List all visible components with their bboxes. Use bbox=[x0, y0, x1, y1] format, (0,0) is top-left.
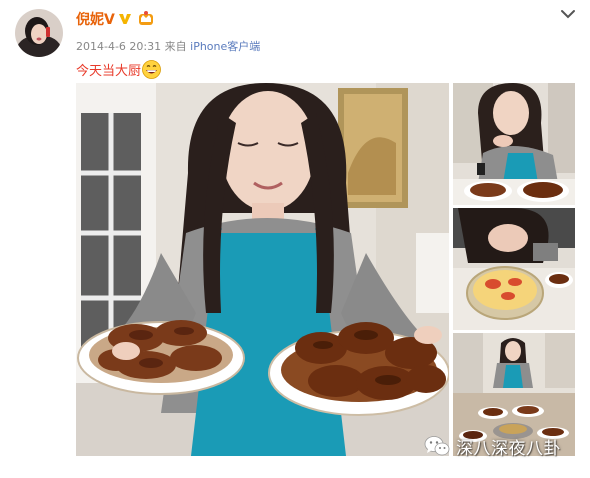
source-client-link[interactable]: iPhone客户端 bbox=[190, 40, 260, 53]
wechat-icon bbox=[424, 435, 450, 457]
chevron-down-icon[interactable] bbox=[560, 8, 576, 20]
grin-emoji-icon bbox=[142, 60, 161, 79]
member-crown-icon[interactable] bbox=[138, 10, 154, 26]
post-timestamp[interactable]: 2014-4-6 20:31 bbox=[76, 40, 161, 53]
post-meta: 2014-4-6 20:31 来自 iPhone客户端 bbox=[76, 38, 260, 54]
watermark-text: 深八深夜八卦 bbox=[456, 438, 561, 459]
watermark: 深八深夜八卦 bbox=[424, 432, 590, 460]
username[interactable]: 倪妮V bbox=[76, 9, 115, 29]
avatar[interactable] bbox=[15, 9, 63, 57]
verified-v-icon bbox=[118, 12, 132, 26]
post-text: 今天当大厨 bbox=[76, 60, 161, 79]
thumbnail-photo-2[interactable] bbox=[453, 208, 575, 330]
source-prefix: 来自 bbox=[164, 40, 187, 53]
thumbnail-photo-1[interactable] bbox=[453, 83, 575, 205]
post-text-content: 今天当大厨 bbox=[76, 64, 142, 79]
main-photo[interactable] bbox=[76, 83, 449, 456]
weibo-post-card: 倪妮V 2014-4-6 20:31 来自 iPhone客户端 今天当大厨 深八… bbox=[0, 0, 590, 478]
